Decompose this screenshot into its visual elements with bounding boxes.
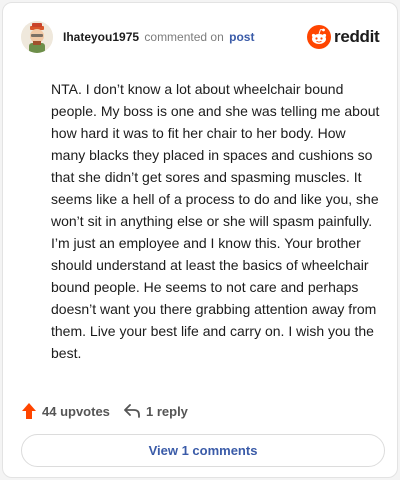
upvote-button[interactable]: 44 upvotes: [21, 401, 110, 421]
post-link[interactable]: post: [229, 30, 254, 44]
reddit-logo-icon: [307, 25, 331, 49]
view-comments-button[interactable]: View 1 comments: [21, 434, 385, 467]
username-link[interactable]: Ihateyou1975: [63, 30, 139, 44]
comment-actions: 44 upvotes 1 reply: [21, 401, 381, 421]
comment-body: NTA. I don’t know a lot about wheelchair…: [51, 81, 380, 361]
reddit-brand[interactable]: reddit: [307, 25, 380, 49]
upvote-count: 44 upvotes: [42, 403, 110, 419]
upvote-arrow-icon: [22, 403, 36, 419]
reply-button[interactable]: 1 reply: [123, 401, 188, 421]
reply-arrow-icon: [124, 404, 140, 418]
comment-card: Ihateyou1975 commented on post reddit NT…: [2, 2, 398, 478]
action-text: commented on: [144, 30, 224, 44]
reddit-wordmark: reddit: [334, 27, 380, 46]
comment-header: Ihateyou1975 commented on post reddit: [21, 21, 380, 53]
reply-count: 1 reply: [146, 403, 188, 419]
user-avatar[interactable]: [21, 21, 53, 53]
byline: Ihateyou1975 commented on post: [63, 30, 254, 44]
